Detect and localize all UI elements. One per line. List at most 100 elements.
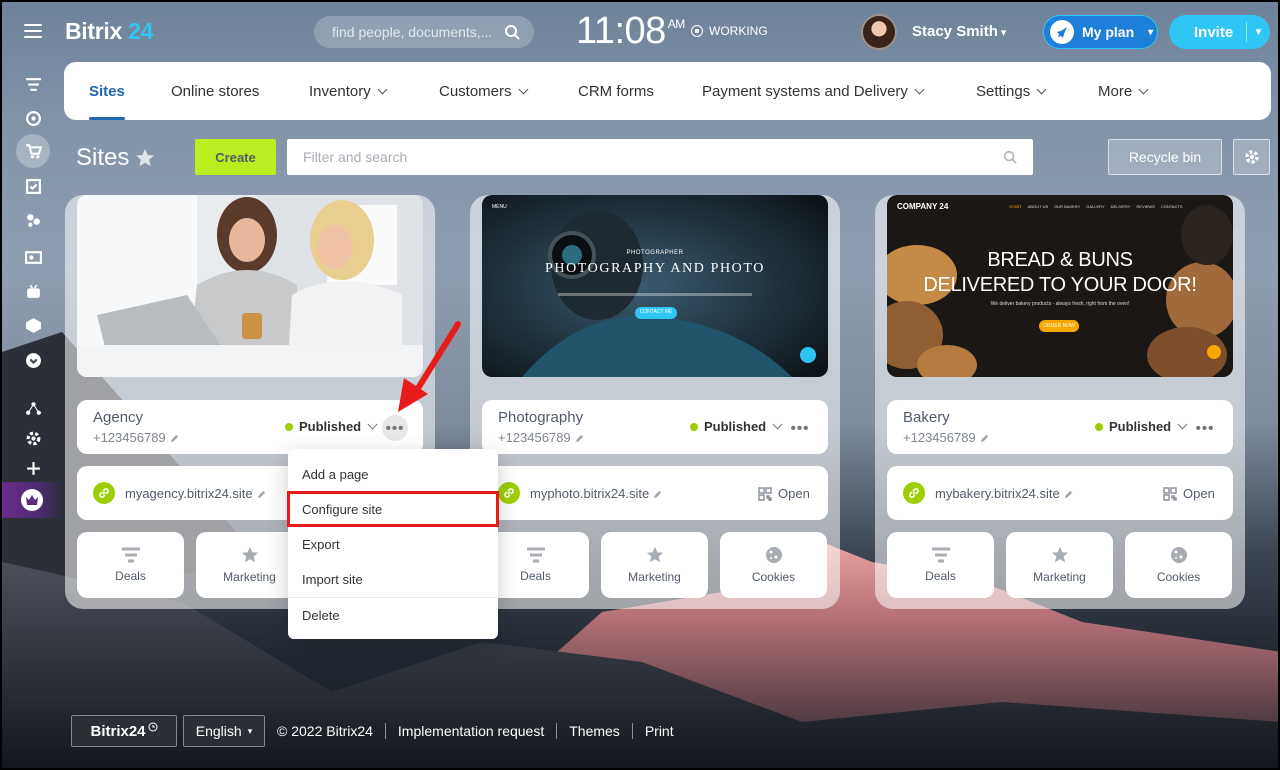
- footer-link-themes[interactable]: Themes: [556, 723, 632, 739]
- tasks-icon[interactable]: [21, 174, 45, 198]
- site-name[interactable]: Photography: [498, 409, 583, 426]
- status-badge[interactable]: Published: [690, 419, 781, 434]
- preview-menu-item: DELIVERY: [1110, 204, 1131, 209]
- user-name[interactable]: Stacy Smith: [912, 23, 1006, 40]
- box-icon[interactable]: [21, 313, 45, 337]
- language-select[interactable]: English: [183, 715, 265, 747]
- preview-menu-item: REVIEWS: [1136, 204, 1155, 209]
- tile-marketing[interactable]: Marketing: [196, 532, 303, 598]
- pencil-icon[interactable]: [575, 434, 584, 443]
- crm-icon[interactable]: [21, 208, 45, 232]
- menu-item-delete[interactable]: Delete: [288, 597, 498, 632]
- chevron-down-icon: [1036, 84, 1047, 94]
- chevron-down-icon[interactable]: ▼: [1246, 22, 1270, 42]
- preview-menu-item: CONTACTS: [1160, 204, 1183, 209]
- structure-icon[interactable]: [21, 396, 45, 420]
- global-search[interactable]: find people, documents,...: [314, 16, 534, 48]
- site-url[interactable]: mybakery.bitrix24.site: [935, 486, 1073, 501]
- tab-inventory[interactable]: Inventory: [309, 62, 388, 120]
- clock: 11:08 AM: [576, 10, 685, 52]
- open-site-button[interactable]: Open: [1163, 486, 1215, 501]
- pencil-icon[interactable]: [653, 490, 662, 499]
- crown-icon: [21, 489, 43, 511]
- work-status[interactable]: WORKING: [691, 24, 768, 38]
- site-card-photography: MENU PHOTOGRAPHER PHOTOGRAPHY AND PHOTO …: [470, 195, 840, 609]
- site-phone[interactable]: +123456789: [903, 430, 989, 445]
- pencil-icon[interactable]: [170, 434, 179, 443]
- preview-kicker: PHOTOGRAPHER: [626, 250, 684, 256]
- site-preview-bakery[interactable]: COMPANY 24 START ABOUT US OUR BAKERY GALLER…: [887, 195, 1233, 377]
- tile-cookies[interactable]: Cookies: [1125, 532, 1232, 598]
- pencil-icon[interactable]: [257, 490, 266, 499]
- tab-customers[interactable]: Customers: [439, 62, 528, 120]
- my-plan-button[interactable]: My plan: [1043, 15, 1158, 49]
- menu-item-export[interactable]: Export: [288, 527, 498, 562]
- pointer-arrow: [398, 321, 461, 412]
- expand-icon[interactable]: [21, 348, 45, 372]
- site-name[interactable]: Agency: [93, 409, 143, 426]
- preview-menu: START ABOUT US OUR BAKERY GALLERY DELIVERY RE…: [1009, 204, 1183, 209]
- site-phone[interactable]: +123456789: [93, 430, 179, 445]
- site-preview-photography[interactable]: MENU PHOTOGRAPHER PHOTOGRAPHY AND PHOTO …: [482, 195, 828, 377]
- site-phone[interactable]: +123456789: [498, 430, 584, 445]
- tile-deals[interactable]: Deals: [77, 532, 184, 598]
- tile-marketing[interactable]: Marketing: [1006, 532, 1113, 598]
- filter-search-input[interactable]: Filter and search: [287, 139, 1033, 175]
- more-actions-button[interactable]: •••: [787, 415, 813, 441]
- robot-icon[interactable]: [21, 279, 45, 303]
- chevron-down-icon: [377, 84, 388, 94]
- tab-payment-delivery[interactable]: Payment systems and Delivery: [702, 62, 925, 120]
- pencil-icon[interactable]: [1064, 490, 1073, 499]
- footer-brand[interactable]: Bitrix24: [71, 715, 177, 747]
- tile-deals[interactable]: Deals: [887, 532, 994, 598]
- preview-cta: ORDER NOW: [1043, 323, 1075, 329]
- avatar[interactable]: [861, 14, 897, 50]
- upgrade-crown[interactable]: [2, 482, 64, 518]
- menu-item-import-site[interactable]: Import site: [288, 562, 498, 597]
- tab-sites[interactable]: Sites: [89, 62, 125, 120]
- link-icon: [93, 482, 115, 504]
- tile-marketing[interactable]: Marketing: [601, 532, 708, 598]
- status-dot: [285, 422, 293, 431]
- pencil-icon[interactable]: [980, 434, 989, 443]
- contacts-icon[interactable]: [21, 245, 45, 269]
- tab-online-stores[interactable]: Online stores: [171, 62, 259, 120]
- status-badge[interactable]: Published: [1095, 419, 1186, 434]
- target-icon[interactable]: [21, 106, 45, 130]
- tab-more[interactable]: More: [1098, 62, 1149, 120]
- cart-icon[interactable]: [16, 134, 50, 168]
- tab-crm-forms[interactable]: CRM forms: [578, 62, 654, 120]
- tile-cookies[interactable]: Cookies: [720, 532, 827, 598]
- recycle-bin-button[interactable]: Recycle bin: [1108, 139, 1222, 175]
- site-info-agency: Agency +123456789 Published •••: [77, 400, 423, 454]
- star-icon[interactable]: [135, 148, 155, 168]
- site-info-bakery: Bakery +123456789 Published •••: [887, 400, 1233, 454]
- site-preview-agency[interactable]: [77, 195, 423, 377]
- top-header: Bitrix 24 find people, documents,... 11:…: [2, 2, 1278, 62]
- footer-link-implementation[interactable]: Implementation request: [384, 723, 556, 739]
- tab-settings[interactable]: Settings: [976, 62, 1047, 120]
- create-button[interactable]: Create: [195, 139, 276, 175]
- gear-icon[interactable]: [1233, 139, 1270, 175]
- menu-item-add-page[interactable]: Add a page: [288, 457, 498, 492]
- site-domain-photography: myphoto.bitrix24.site Open: [482, 466, 828, 520]
- site-url[interactable]: myphoto.bitrix24.site: [530, 486, 662, 501]
- preview-line1: BREAD & BUNS: [987, 249, 1133, 271]
- site-url[interactable]: myagency.bitrix24.site: [125, 486, 266, 501]
- site-name[interactable]: Bakery: [903, 409, 950, 426]
- settings-icon[interactable]: [21, 426, 45, 450]
- more-actions-button[interactable]: •••: [1192, 415, 1218, 441]
- site-card-bakery: COMPANY 24 START ABOUT US OUR BAKERY GALLER…: [875, 195, 1245, 609]
- invite-button[interactable]: Invite ▼: [1169, 15, 1270, 49]
- plus-icon[interactable]: [21, 456, 45, 480]
- star-icon: [1051, 546, 1068, 563]
- preview-line2: DELIVERED TO YOUR DOOR!: [923, 274, 1197, 296]
- open-site-button[interactable]: Open: [758, 486, 810, 501]
- tile-deals[interactable]: Deals: [482, 532, 589, 598]
- footer-link-print[interactable]: Print: [631, 723, 686, 739]
- brand-logo[interactable]: Bitrix 24: [65, 18, 153, 45]
- link-icon: [498, 482, 520, 504]
- menu-icon[interactable]: [24, 24, 42, 38]
- filter-icon[interactable]: [21, 72, 45, 96]
- status-badge[interactable]: Published: [285, 419, 376, 434]
